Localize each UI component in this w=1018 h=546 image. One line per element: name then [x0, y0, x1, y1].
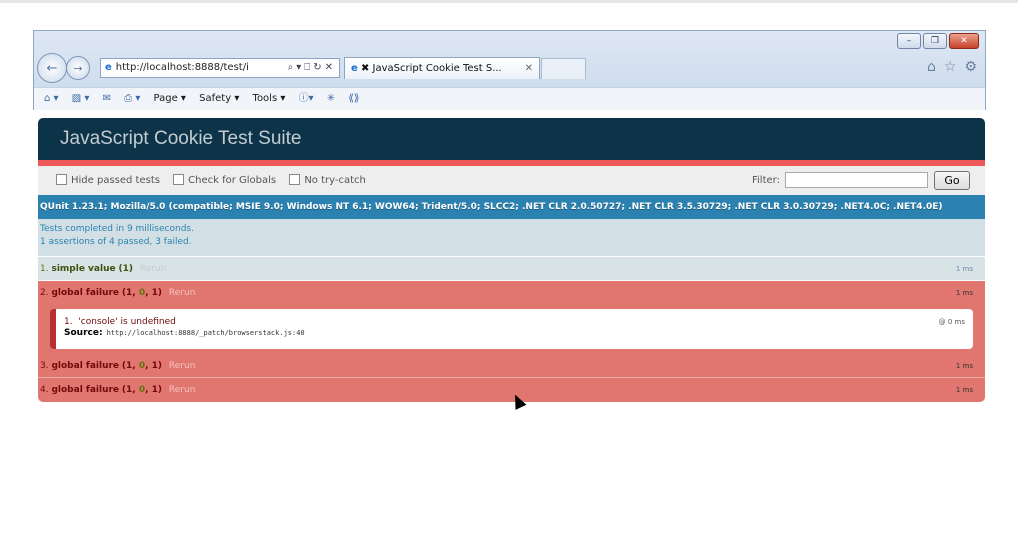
- test-name[interactable]: global failure: [51, 385, 119, 395]
- assertion-number: 1.: [64, 317, 73, 327]
- assertion-message: 'console' is undefined: [78, 317, 176, 327]
- browser-window: – ❐ ✕ ← → e http://localhost:8888/test/i…: [33, 30, 986, 110]
- favorites-star-icon[interactable]: ☆: [944, 59, 957, 75]
- check-globals-option[interactable]: Check for Globals: [173, 173, 277, 186]
- test-duration: 1 ms: [955, 265, 973, 273]
- browser-right-icons: ⌂ ☆ ⚙: [927, 59, 977, 75]
- new-tab-button[interactable]: [541, 58, 586, 79]
- feeds-icon[interactable]: ▧ ▾: [72, 88, 90, 110]
- filter-label: Filter:: [752, 175, 780, 186]
- test-duration: 1 ms: [955, 289, 973, 297]
- hide-passed-option[interactable]: Hide passed tests: [56, 173, 160, 186]
- tab-close-x-icon: ✖: [360, 63, 373, 74]
- address-text: http://localhost:8888/test/i: [115, 62, 249, 73]
- no-try-catch-checkbox[interactable]: [289, 173, 301, 185]
- address-tools-icon[interactable]: ⌕▾⎕↻✕: [288, 59, 339, 77]
- rerun-link[interactable]: Rerun: [169, 385, 196, 395]
- qunit-panel: JavaScript Cookie Test Suite Hide passed…: [38, 118, 985, 402]
- close-window-button[interactable]: ✕: [949, 33, 979, 49]
- no-try-catch-label: No try-catch: [304, 175, 366, 186]
- page-title: JavaScript Cookie Test Suite: [38, 118, 985, 160]
- tab-active[interactable]: e ✖ JavaScript Cookie Test S... ✕: [344, 57, 540, 79]
- check-globals-label: Check for Globals: [188, 175, 277, 186]
- tools-menu[interactable]: Tools ▾: [253, 88, 286, 110]
- test-number: 2.: [40, 288, 49, 298]
- qunit-toolbar: Hide passed tests Check for Globals No t…: [38, 166, 985, 195]
- help-icon[interactable]: ⓘ▾: [299, 88, 314, 110]
- page-menu[interactable]: Page ▾: [154, 88, 186, 110]
- home-menu-icon[interactable]: ⌂ ▾: [44, 88, 59, 110]
- test-row[interactable]: 1. simple value (1) Rerun 1 ms: [38, 257, 985, 281]
- test-row[interactable]: 3. global failure (1, 0, 1) Rerun 1 ms: [38, 354, 985, 378]
- test-duration: 1 ms: [955, 386, 973, 394]
- rerun-link[interactable]: Rerun: [140, 264, 167, 274]
- result-counts: 1 assertions of 4 passed, 3 failed.: [40, 237, 192, 247]
- assertion-item: 1. 'console' is undefined Source: http://…: [50, 309, 973, 349]
- tab-ie-icon: e: [351, 63, 358, 74]
- test-counts: (1, 0, 1): [121, 288, 163, 298]
- tab-title: JavaScript Cookie Test S...: [372, 63, 502, 74]
- top-border: [0, 0, 1018, 3]
- navigation-row: ← → e http://localhost:8888/test/i ⌕▾⎕↻✕…: [34, 53, 985, 83]
- useragent-bar: QUnit 1.23.1; Mozilla/5.0 (compatible; M…: [38, 195, 985, 219]
- test-counts: (1, 0, 1): [121, 385, 163, 395]
- test-result-summary: Tests completed in 9 milliseconds. 1 ass…: [38, 219, 985, 257]
- source-value: http://localhost:8888/_patch/browserstac…: [106, 329, 305, 337]
- rerun-link[interactable]: Rerun: [169, 288, 196, 298]
- safety-menu[interactable]: Safety ▾: [199, 88, 239, 110]
- test-counts: (1, 0, 1): [121, 361, 163, 371]
- hide-passed-label: Hide passed tests: [71, 175, 160, 186]
- hide-passed-checkbox[interactable]: [56, 173, 67, 185]
- gear-icon[interactable]: ⚙: [964, 59, 977, 75]
- home-icon[interactable]: ⌂: [927, 59, 936, 75]
- back-icon[interactable]: ←: [37, 53, 67, 83]
- result-duration: Tests completed in 9 milliseconds.: [40, 224, 194, 234]
- print-icon[interactable]: ⎙ ▾: [124, 88, 140, 110]
- test-name[interactable]: global failure: [51, 288, 119, 298]
- test-duration: 1 ms: [955, 362, 973, 370]
- test-number: 1.: [40, 264, 49, 274]
- filter-input[interactable]: [785, 172, 928, 188]
- no-try-catch-option[interactable]: No try-catch: [289, 173, 366, 186]
- test-number: 3.: [40, 361, 49, 371]
- forward-icon[interactable]: →: [66, 56, 90, 80]
- minimize-button[interactable]: –: [897, 33, 921, 49]
- test-name[interactable]: simple value: [51, 264, 115, 274]
- test-row[interactable]: 2. global failure (1, 0, 1) Rerun 1 ms: [38, 281, 985, 305]
- test-number: 4.: [40, 385, 49, 395]
- test-counts: (1): [118, 264, 133, 274]
- addon-icon[interactable]: ✳: [327, 88, 335, 110]
- assertion-duration: @ 0 ms: [938, 318, 965, 326]
- address-bar[interactable]: e http://localhost:8888/test/i ⌕▾⎕↻✕: [100, 58, 340, 78]
- command-bar: ⌂ ▾ ▧ ▾ ✉ ⎙ ▾ Page ▾ Safety ▾ Tools ▾ ⓘ▾…: [34, 87, 985, 110]
- window-controls: – ❐ ✕: [897, 33, 979, 49]
- source-label: Source:: [64, 328, 103, 338]
- rerun-link[interactable]: Rerun: [169, 361, 196, 371]
- restore-button[interactable]: ❐: [923, 33, 947, 49]
- ie-logo-icon: e: [105, 62, 112, 73]
- research-icon[interactable]: ⟪⟫: [348, 88, 359, 110]
- check-globals-checkbox[interactable]: [173, 173, 185, 185]
- tab-close-icon[interactable]: ✕: [525, 58, 533, 79]
- assertion-list: 1. 'console' is undefined Source: http://…: [38, 305, 985, 354]
- mail-icon[interactable]: ✉: [103, 88, 111, 110]
- go-button[interactable]: Go: [934, 171, 970, 190]
- test-name[interactable]: global failure: [51, 361, 119, 371]
